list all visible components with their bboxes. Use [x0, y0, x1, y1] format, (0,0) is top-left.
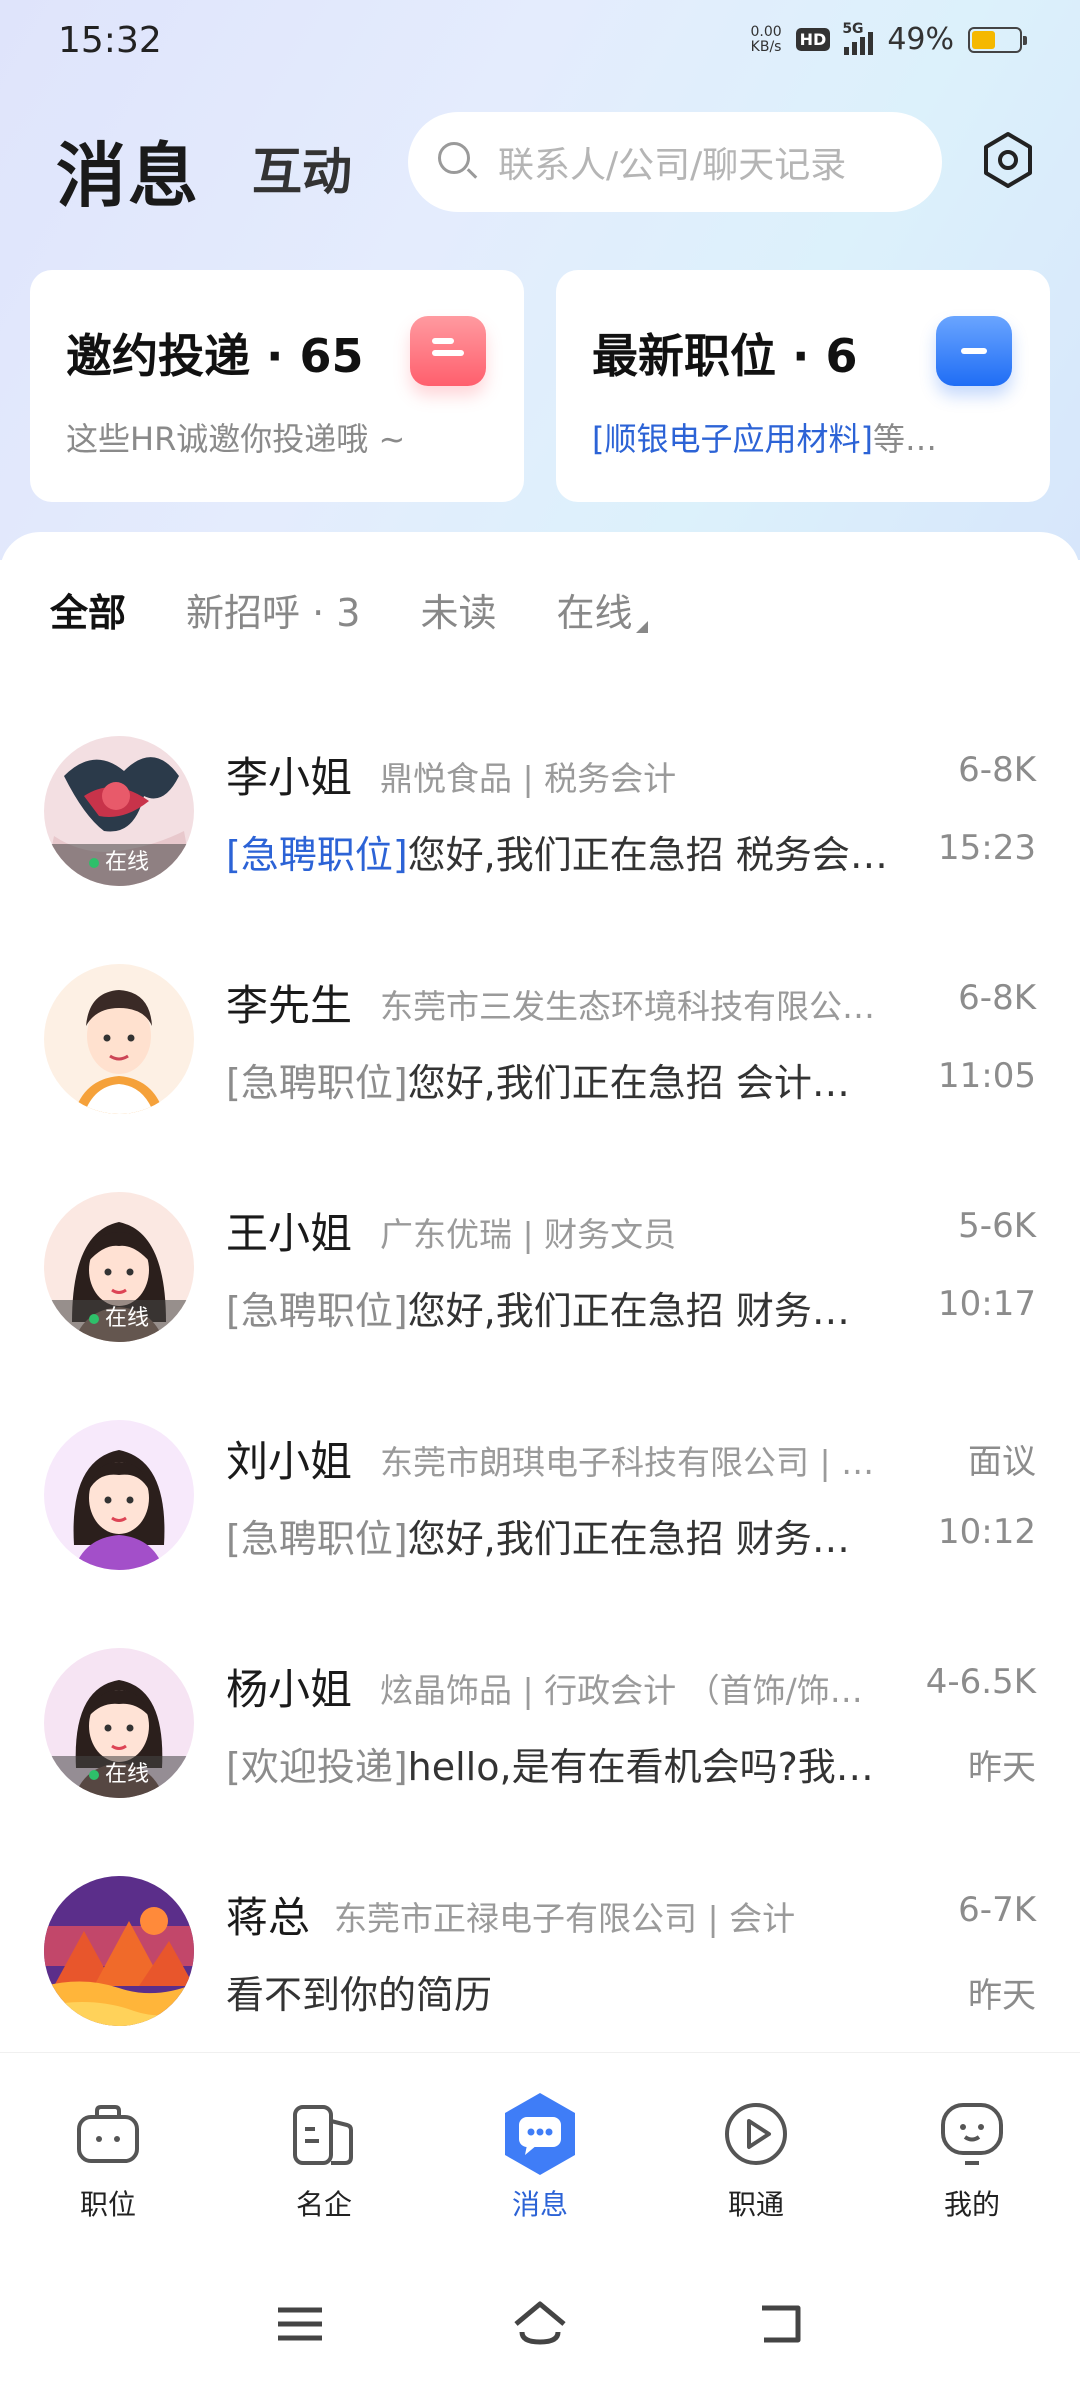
- network-speed: 0.00 KB/s: [750, 23, 782, 55]
- nav-label: 消息: [511, 2188, 568, 2221]
- chat-row[interactable]: 在线 杨小姐 炫晶饰品 | 行政会计 （首饰/饰… 4-6.5K [欢迎投递]h…: [0, 1616, 1080, 1844]
- battery-percent: 49%: [887, 22, 954, 57]
- avatar: [44, 1876, 194, 2026]
- nav-companies[interactable]: 名企: [244, 2099, 404, 2223]
- chat-list: 在线 李小姐 鼎悦食品 | 税务会计 6-8K [急聘职位]您好,我们正在急招 …: [0, 704, 1080, 2072]
- signal-icon: 5G: [842, 21, 874, 55]
- job-icon: [936, 316, 1012, 386]
- nav-messages[interactable]: 消息: [460, 2093, 620, 2223]
- nav-career[interactable]: 职通: [676, 2099, 836, 2223]
- contact-name: 李小姐: [226, 753, 353, 802]
- message-time: 昨天: [968, 1748, 1036, 1788]
- avatar: 在线: [44, 1648, 194, 1798]
- invite-delivery-card[interactable]: 邀约投递 · 65 这些HR诚邀你投递哦 ~: [30, 270, 524, 502]
- contact-company: 东莞市正禄电子有限公司 | 会计: [334, 1899, 796, 1938]
- tab-all[interactable]: 全部: [50, 582, 126, 637]
- profile-icon: [937, 2099, 1007, 2169]
- status-time: 15:32: [58, 20, 162, 61]
- message-time: 15:23: [938, 828, 1036, 868]
- hd-icon: HD: [795, 28, 831, 51]
- salary: 6-8K: [958, 750, 1036, 790]
- online-badge: 在线: [44, 1300, 194, 1342]
- contact-name: 蒋总: [226, 1893, 311, 1942]
- search-placeholder: 联系人/公司/聊天记录: [498, 145, 847, 186]
- status-indicators: 0.00 KB/s HD 5G 49%: [750, 21, 1027, 57]
- latest-jobs-card[interactable]: 最新职位 · 6 [顺银电子应用材料]等…: [556, 270, 1050, 502]
- message-preview: [急聘职位]您好,我们正在急招 会计…: [226, 1061, 850, 1105]
- menu-icon[interactable]: [270, 2294, 330, 2354]
- card-subtitle: [顺银电子应用材料]等…: [592, 420, 937, 458]
- card-highlight: [顺银电子应用材料]: [592, 420, 873, 458]
- tab-unread[interactable]: 未读: [420, 582, 496, 637]
- battery-fill: [972, 30, 995, 49]
- message-preview: [急聘职位]您好,我们正在急招 财务…: [226, 1289, 850, 1333]
- chat-row[interactable]: 刘小姐 东莞市朗琪电子科技有限公司 | … 面议 [急聘职位]您好,我们正在急招…: [0, 1388, 1080, 1616]
- nav-label: 职位: [79, 2188, 136, 2221]
- card-title: 邀约投递 · 65: [66, 329, 364, 383]
- status-bar: 15:32 0.00 KB/s HD 5G 49%: [0, 0, 1080, 84]
- contact-name: 王小姐: [226, 1209, 353, 1258]
- message-preview: [急聘职位]您好,我们正在急招 税务会计…: [226, 833, 916, 877]
- message-preview: 看不到你的简历: [226, 1973, 493, 2017]
- salary: 4-6.5K: [925, 1662, 1036, 1702]
- chat-row[interactable]: 在线 王小姐 广东优瑞 | 财务文员 5-6K [急聘职位]您好,我们正在急招 …: [0, 1160, 1080, 1388]
- avatar: 在线: [44, 1192, 194, 1342]
- message-icon: [505, 2093, 575, 2175]
- contact-company: 东莞市三发生态环境科技有限公…: [380, 987, 875, 1026]
- message-time: 11:05: [938, 1056, 1036, 1096]
- contact-name: 李先生: [226, 981, 353, 1030]
- avatar: [44, 964, 194, 1114]
- system-navigation: [0, 2252, 1080, 2400]
- search-icon: [438, 142, 478, 182]
- play-icon: [721, 2099, 791, 2169]
- tab-online[interactable]: 在线: [556, 582, 649, 637]
- avatar: [44, 1420, 194, 1570]
- contact-name: 杨小姐: [226, 1665, 353, 1714]
- search-input[interactable]: 联系人/公司/聊天记录: [408, 112, 942, 212]
- back-icon[interactable]: [750, 2294, 810, 2354]
- message-preview: [急聘职位]您好,我们正在急招 财务…: [226, 1517, 850, 1561]
- nav-profile[interactable]: 我的: [892, 2099, 1052, 2223]
- battery-icon: [968, 26, 1027, 53]
- nav-label: 名企: [295, 2188, 352, 2221]
- contact-company: 炫晶饰品 | 行政会计 （首饰/饰…: [380, 1671, 863, 1710]
- chat-row[interactable]: 李先生 东莞市三发生态环境科技有限公… 6-8K [急聘职位]您好,我们正在急招…: [0, 932, 1080, 1160]
- home-icon[interactable]: [510, 2294, 570, 2354]
- salary: 6-8K: [958, 978, 1036, 1018]
- chat-row[interactable]: 蒋总 东莞市正禄电子有限公司 | 会计 6-7K 看不到你的简历 昨天: [0, 1844, 1080, 2072]
- dropdown-icon: [636, 621, 649, 633]
- contact-company: 广东优瑞 | 财务文员: [380, 1215, 677, 1254]
- invite-icon: [410, 316, 486, 386]
- nav-label: 职通: [727, 2188, 784, 2221]
- company-icon: [289, 2099, 359, 2169]
- contact-company: 鼎悦食品 | 税务会计: [380, 759, 677, 798]
- tab-new-greetings[interactable]: 新招呼 · 3: [186, 582, 360, 637]
- card-title: 最新职位 · 6: [592, 329, 858, 383]
- online-badge: 在线: [44, 1756, 194, 1798]
- contact-name: 刘小姐: [226, 1437, 353, 1486]
- nav-jobs[interactable]: 职位: [28, 2099, 188, 2223]
- bottom-navigation: 职位 名企 消息 职通 我的: [0, 2052, 1080, 2252]
- salary: 6-7K: [958, 1890, 1036, 1930]
- page-title[interactable]: 消息: [56, 120, 200, 221]
- card-subtitle: 这些HR诚邀你投递哦 ~: [66, 420, 406, 458]
- avatar: 在线: [44, 736, 194, 886]
- message-panel: 全部 新招呼 · 3 未读 在线 在线 李小姐 鼎悦食品 | 税务会计 6-8K…: [0, 532, 1080, 2052]
- contact-company: 东莞市朗琪电子科技有限公司 | …: [380, 1443, 875, 1482]
- nav-label: 我的: [943, 2188, 1000, 2221]
- settings-icon[interactable]: [978, 130, 1038, 190]
- message-time: 10:17: [938, 1284, 1036, 1324]
- chat-row[interactable]: 在线 李小姐 鼎悦食品 | 税务会计 6-8K [急聘职位]您好,我们正在急招 …: [0, 704, 1080, 932]
- online-badge: 在线: [44, 844, 194, 886]
- briefcase-icon: [73, 2099, 143, 2169]
- salary: 面议: [968, 1442, 1036, 1482]
- salary: 5-6K: [958, 1206, 1036, 1246]
- message-time: 昨天: [968, 1976, 1036, 2016]
- message-preview: [欢迎投递]hello,是有在看机会吗?我…: [226, 1745, 874, 1789]
- filter-tabs: 全部 新招呼 · 3 未读 在线: [50, 582, 649, 637]
- tab-interaction[interactable]: 互动: [252, 132, 352, 204]
- message-time: 10:12: [938, 1512, 1036, 1552]
